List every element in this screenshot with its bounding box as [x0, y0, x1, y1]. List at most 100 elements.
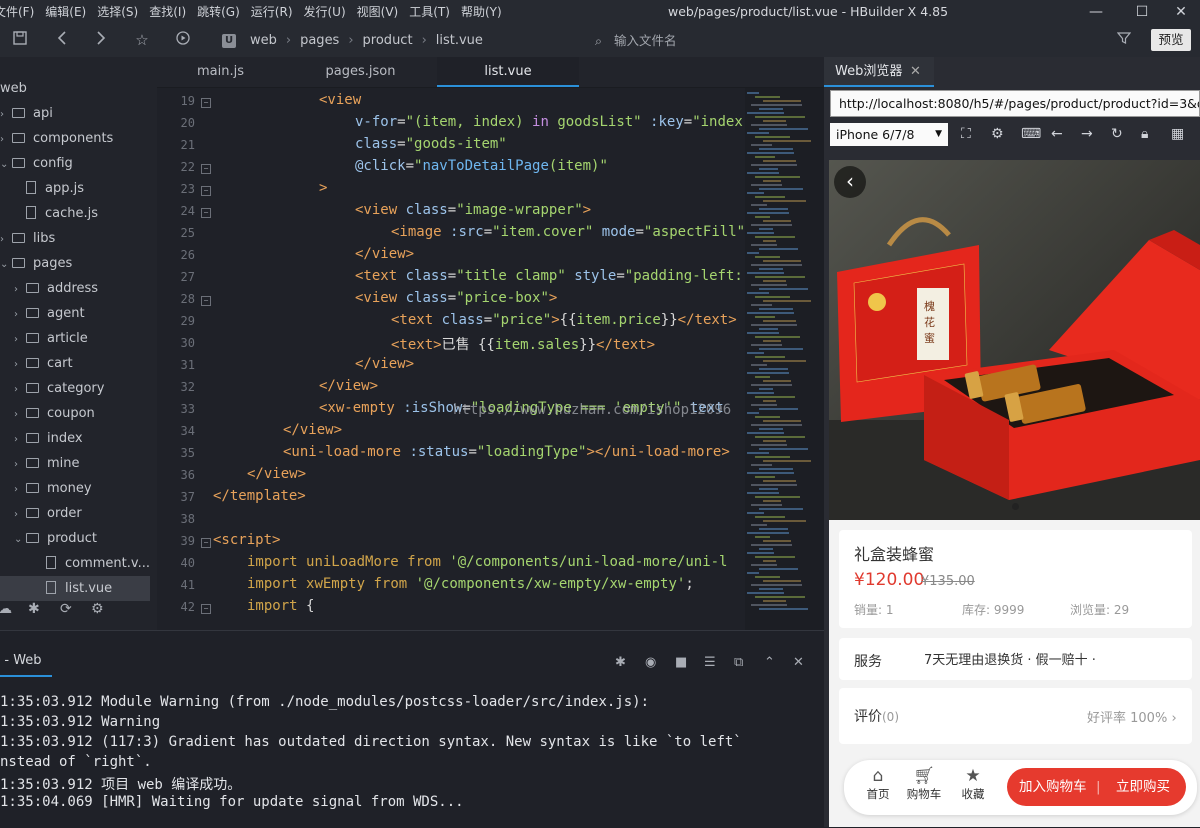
- tree-folder-index[interactable]: › index: [0, 426, 150, 451]
- chevron-right-icon: ›: [14, 384, 18, 395]
- line-number: 21: [180, 138, 195, 152]
- back-icon[interactable]: [52, 30, 72, 50]
- close-tab-icon[interactable]: ✕: [910, 57, 921, 87]
- export-icon[interactable]: ⧉: [734, 655, 743, 670]
- favorite-button[interactable]: ★ 收藏: [955, 766, 991, 802]
- home-button[interactable]: ⌂ 首页: [860, 766, 896, 802]
- folder-icon: [26, 458, 39, 468]
- folder-icon: [12, 133, 25, 143]
- close-window-button[interactable]: ✕: [1158, 0, 1200, 24]
- bug-icon[interactable]: ✱: [28, 601, 40, 617]
- console-tab[interactable]: p - Web: [0, 653, 42, 668]
- lock-icon[interactable]: 🔒︎: [1141, 126, 1148, 142]
- line-number: 30: [180, 336, 195, 350]
- devtools-icon[interactable]: ⌨: [1021, 126, 1041, 142]
- tree-folder-agent[interactable]: › agent: [0, 301, 150, 326]
- fold-marker-icon[interactable]: −: [201, 296, 211, 306]
- tree-folder-coupon[interactable]: › coupon: [0, 401, 150, 426]
- tree-folder-category[interactable]: › category: [0, 376, 150, 401]
- tree-file-app-js[interactable]: app.js: [0, 176, 150, 201]
- save-icon[interactable]: [10, 30, 30, 50]
- review-row[interactable]: 评价(0) 好评率 100% ›: [839, 688, 1192, 744]
- star-icon[interactable]: ☆: [132, 30, 152, 50]
- breadcrumb-item[interactable]: product: [363, 24, 413, 57]
- fold-marker-icon[interactable]: −: [201, 538, 211, 548]
- menu-view[interactable]: 视图(V): [357, 0, 399, 24]
- refresh-icon[interactable]: ↻: [1111, 126, 1123, 142]
- tree-item-label: cache.js: [45, 206, 99, 221]
- fold-marker-icon[interactable]: −: [201, 604, 211, 614]
- menu-edit[interactable]: 编辑(E): [45, 0, 86, 24]
- grid-icon[interactable]: ▦: [1171, 126, 1184, 142]
- tree-folder-money[interactable]: › money: [0, 476, 150, 501]
- tree-folder-pages[interactable]: ⌄ pages: [0, 251, 150, 276]
- tab-pages-json[interactable]: pages.json: [284, 57, 437, 87]
- tree-folder-components[interactable]: › components: [0, 126, 150, 151]
- git-icon[interactable]: ⟳: [60, 601, 72, 617]
- chevron-up-icon[interactable]: ⌃: [764, 655, 775, 670]
- menu-tools[interactable]: 工具(T): [409, 0, 450, 24]
- tab-main-js[interactable]: main.js: [157, 57, 284, 87]
- browser-tab[interactable]: Web浏览器 ✕: [824, 57, 934, 87]
- tree-root[interactable]: web: [0, 76, 27, 101]
- stop-run-icon[interactable]: ◉: [645, 655, 656, 670]
- fold-marker-icon[interactable]: −: [201, 98, 211, 108]
- minimap-line: [755, 336, 800, 338]
- menu-file[interactable]: 文件(F): [0, 0, 34, 24]
- back-button[interactable]: ‹: [834, 166, 866, 198]
- tree-file-comment-v-[interactable]: comment.v...: [0, 551, 150, 576]
- fold-marker-icon[interactable]: −: [201, 208, 211, 218]
- breadcrumb-item[interactable]: list.vue: [436, 24, 483, 57]
- tree-file-cache-js[interactable]: cache.js: [0, 201, 150, 226]
- tree-folder-api[interactable]: › api: [0, 101, 150, 126]
- breadcrumb-item[interactable]: web: [250, 24, 277, 57]
- tree-folder-libs[interactable]: › libs: [0, 226, 150, 251]
- code-editor[interactable]: 19−20 21 22−23−24−25 26 27 28−29 30 31 32 33 34 35 3…: [157, 88, 745, 630]
- square-stop-icon[interactable]: ■: [675, 655, 687, 670]
- tree-folder-address[interactable]: › address: [0, 276, 150, 301]
- menu-find[interactable]: 查找(I): [149, 0, 186, 24]
- plugin-icon[interactable]: ⚙: [91, 601, 104, 617]
- clear-console-icon[interactable]: ☰: [704, 655, 716, 670]
- tree-folder-product[interactable]: ⌄ product: [0, 526, 150, 551]
- breadcrumb-item[interactable]: pages: [300, 24, 339, 57]
- preview-button[interactable]: 预览: [1151, 29, 1191, 51]
- fold-marker-icon[interactable]: −: [201, 164, 211, 174]
- tree-folder-cart[interactable]: › cart: [0, 351, 150, 376]
- debug-icon[interactable]: ✱: [615, 655, 626, 670]
- file-search[interactable]: ⌕ 输入文件名: [595, 24, 677, 57]
- buy-now-button[interactable]: 立即购买: [1116, 768, 1170, 806]
- arrow-left-icon[interactable]: ←: [1051, 126, 1063, 142]
- menu-run[interactable]: 运行(R): [251, 0, 293, 24]
- tab-list-vue[interactable]: list.vue: [437, 57, 579, 87]
- cart-button[interactable]: 🛒︎ 购物车: [906, 766, 942, 802]
- screenshot-icon[interactable]: ⛶: [961, 126, 971, 142]
- run-icon[interactable]: [173, 30, 193, 50]
- tree-folder-order[interactable]: › order: [0, 501, 150, 526]
- minimap-line: [759, 468, 793, 470]
- tree-folder-mine[interactable]: › mine: [0, 451, 150, 476]
- service-row[interactable]: 服务 7天无理由退换货 · 假一赔十 ·: [839, 638, 1192, 680]
- menu-goto[interactable]: 跳转(G): [197, 0, 240, 24]
- device-select[interactable]: iPhone 6/7/8 ▼: [830, 123, 948, 146]
- minimap[interactable]: [745, 88, 824, 630]
- add-to-cart-button[interactable]: 加入购物车: [1019, 768, 1087, 806]
- minimize-button[interactable]: —: [1073, 0, 1119, 24]
- close-panel-icon[interactable]: ✕: [793, 655, 804, 670]
- carousel-dot[interactable]: [1012, 503, 1019, 510]
- menu-publish[interactable]: 发行(U): [304, 0, 346, 24]
- minimap-line: [755, 436, 805, 438]
- folder-icon: [26, 333, 39, 343]
- cloud-icon[interactable]: ☁: [0, 601, 12, 617]
- filter-icon[interactable]: [1114, 30, 1134, 50]
- tree-folder-article[interactable]: › article: [0, 326, 150, 351]
- tree-folder-config[interactable]: ⌄ config: [0, 151, 150, 176]
- minimap-line: [759, 408, 798, 410]
- arrow-right-icon[interactable]: →: [1081, 126, 1093, 142]
- menu-select[interactable]: 选择(S): [97, 0, 138, 24]
- forward-icon[interactable]: [91, 30, 111, 50]
- fold-marker-icon[interactable]: −: [201, 186, 211, 196]
- url-bar[interactable]: http://localhost:8080/h5/#/pages/product…: [830, 90, 1200, 117]
- settings-icon[interactable]: ⚙: [991, 126, 1004, 142]
- menu-help[interactable]: 帮助(Y): [461, 0, 502, 24]
